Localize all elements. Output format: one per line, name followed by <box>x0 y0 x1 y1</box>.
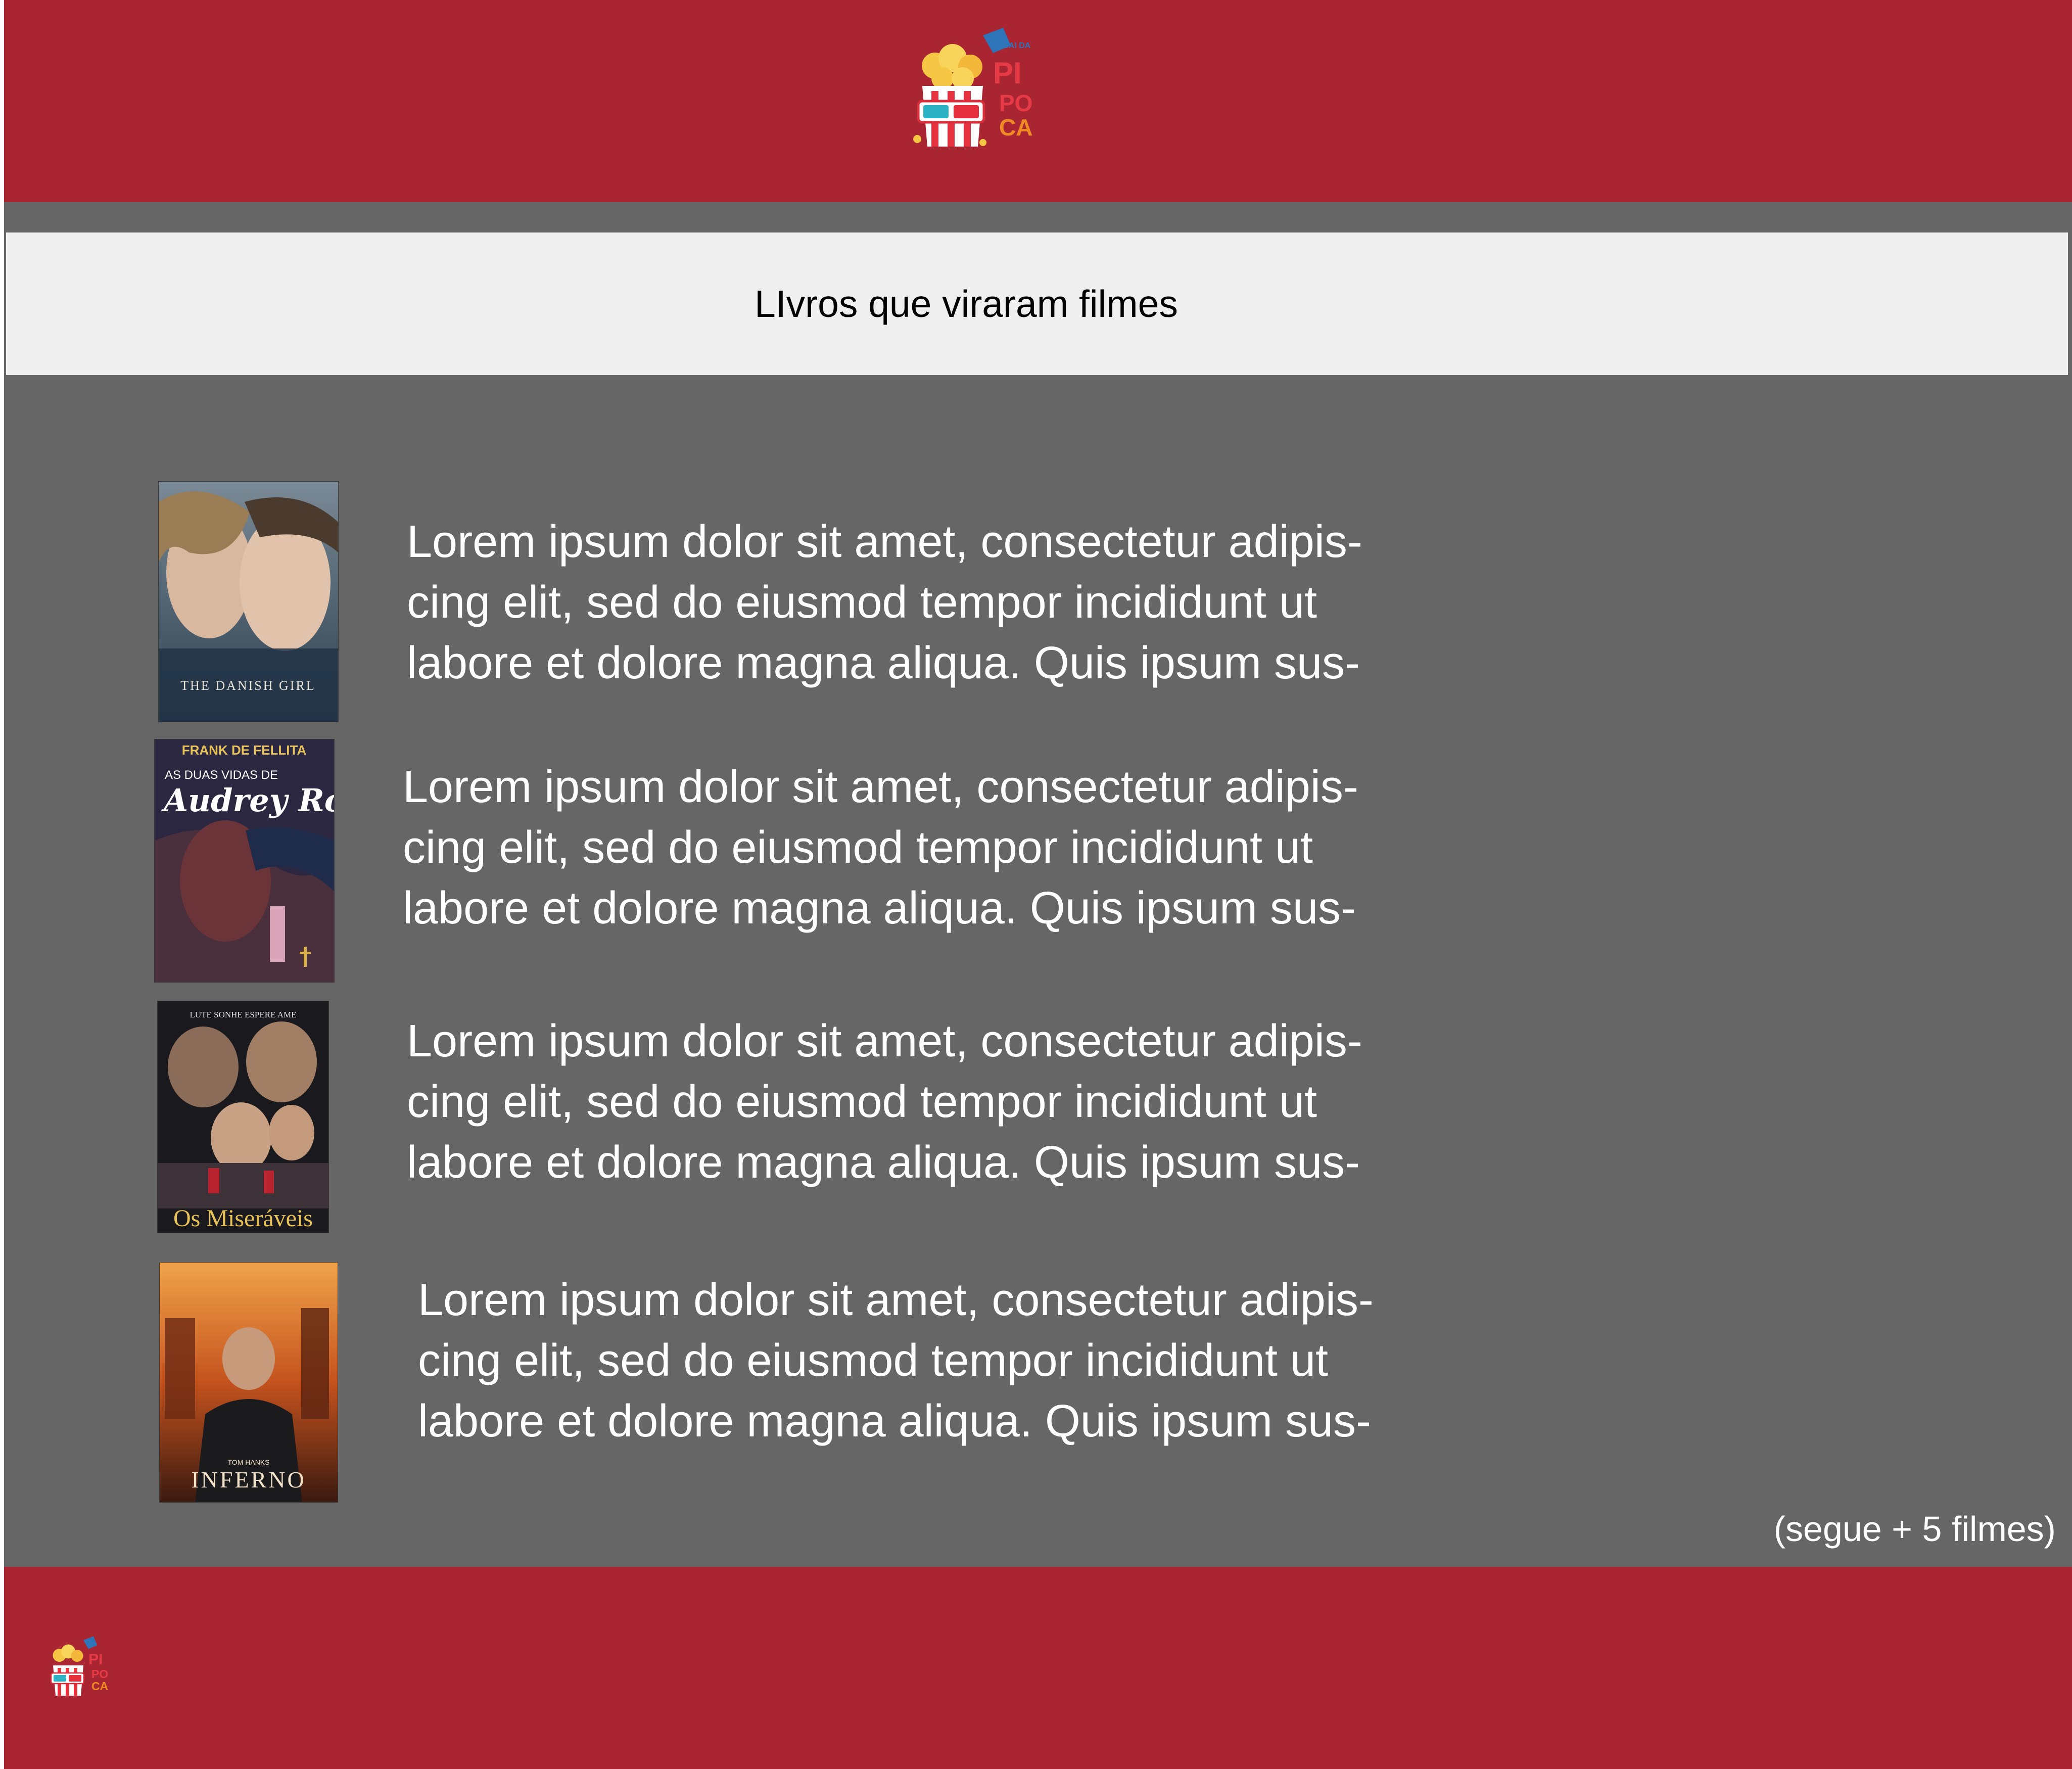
logo-text-pi: PI <box>993 56 1022 90</box>
movie-poster-inferno[interactable]: TOM HANKS INFERNO <box>159 1262 338 1503</box>
popcorn-logo-icon[interactable]: SAI DA PI PO CA <box>907 25 1039 152</box>
logo-tagline: SAI DA <box>1003 41 1031 50</box>
poster-actor: TOM HANKS <box>228 1458 270 1466</box>
more-films-link[interactable]: (segue + 5 filmes) <box>1774 1509 2056 1549</box>
svg-text:PI: PI <box>88 1651 103 1668</box>
poster-title: Os Miseráveis <box>173 1205 313 1232</box>
site-footer <box>4 1567 2072 1769</box>
logo-text-po: PO <box>999 90 1032 116</box>
movie-item[interactable]: TOM HANKS INFERNO Lorem ipsum dolor sit … <box>0 1262 2072 1505</box>
footer-popcorn-logo-icon[interactable]: PI PO CA <box>45 1635 111 1698</box>
poster-author: FRANK DE FELLITA <box>182 742 307 758</box>
poster-title: THE DANISH GIRL <box>180 678 315 693</box>
movie-poster-danish-girl[interactable]: THE DANISH GIRL <box>158 481 339 722</box>
section-title-bar: LIvros que viraram filmes <box>6 232 2068 375</box>
movie-poster-audrey-rose[interactable]: FRANK DE FELLITA AS DUAS VIDAS DE Audrey… <box>154 739 335 983</box>
movie-poster-os-miseraveis[interactable]: LUTE SONHE ESPERE AME Os Miseráveis <box>157 1001 329 1233</box>
movie-item[interactable]: LUTE SONHE ESPERE AME Os Miseráveis Lore… <box>0 1001 2072 1243</box>
svg-text:PO: PO <box>91 1667 108 1681</box>
movie-item[interactable]: FRANK DE FELLITA AS DUAS VIDAS DE Audrey… <box>0 739 2072 983</box>
poster-tagline: LUTE SONHE ESPERE AME <box>190 1010 296 1019</box>
poster-title: Audrey Rose <box>161 782 334 819</box>
logo-text-ca: CA <box>999 114 1032 141</box>
svg-text:CA: CA <box>91 1680 108 1693</box>
page-title: LIvros que viraram filmes <box>755 283 1178 325</box>
movie-item[interactable]: THE DANISH GIRL Lorem ipsum dolor sit am… <box>0 481 2072 724</box>
movie-description: Lorem ipsum dolor sit amet, consectetur … <box>407 517 1362 688</box>
poster-pretitle: AS DUAS VIDAS DE <box>165 768 278 782</box>
poster-title: INFERNO <box>191 1467 306 1493</box>
movie-description: Lorem ipsum dolor sit amet, consectetur … <box>418 1275 1374 1447</box>
movie-description: Lorem ipsum dolor sit amet, consectetur … <box>403 762 1358 934</box>
movie-description: Lorem ipsum dolor sit amet, consectetur … <box>407 1016 1362 1188</box>
